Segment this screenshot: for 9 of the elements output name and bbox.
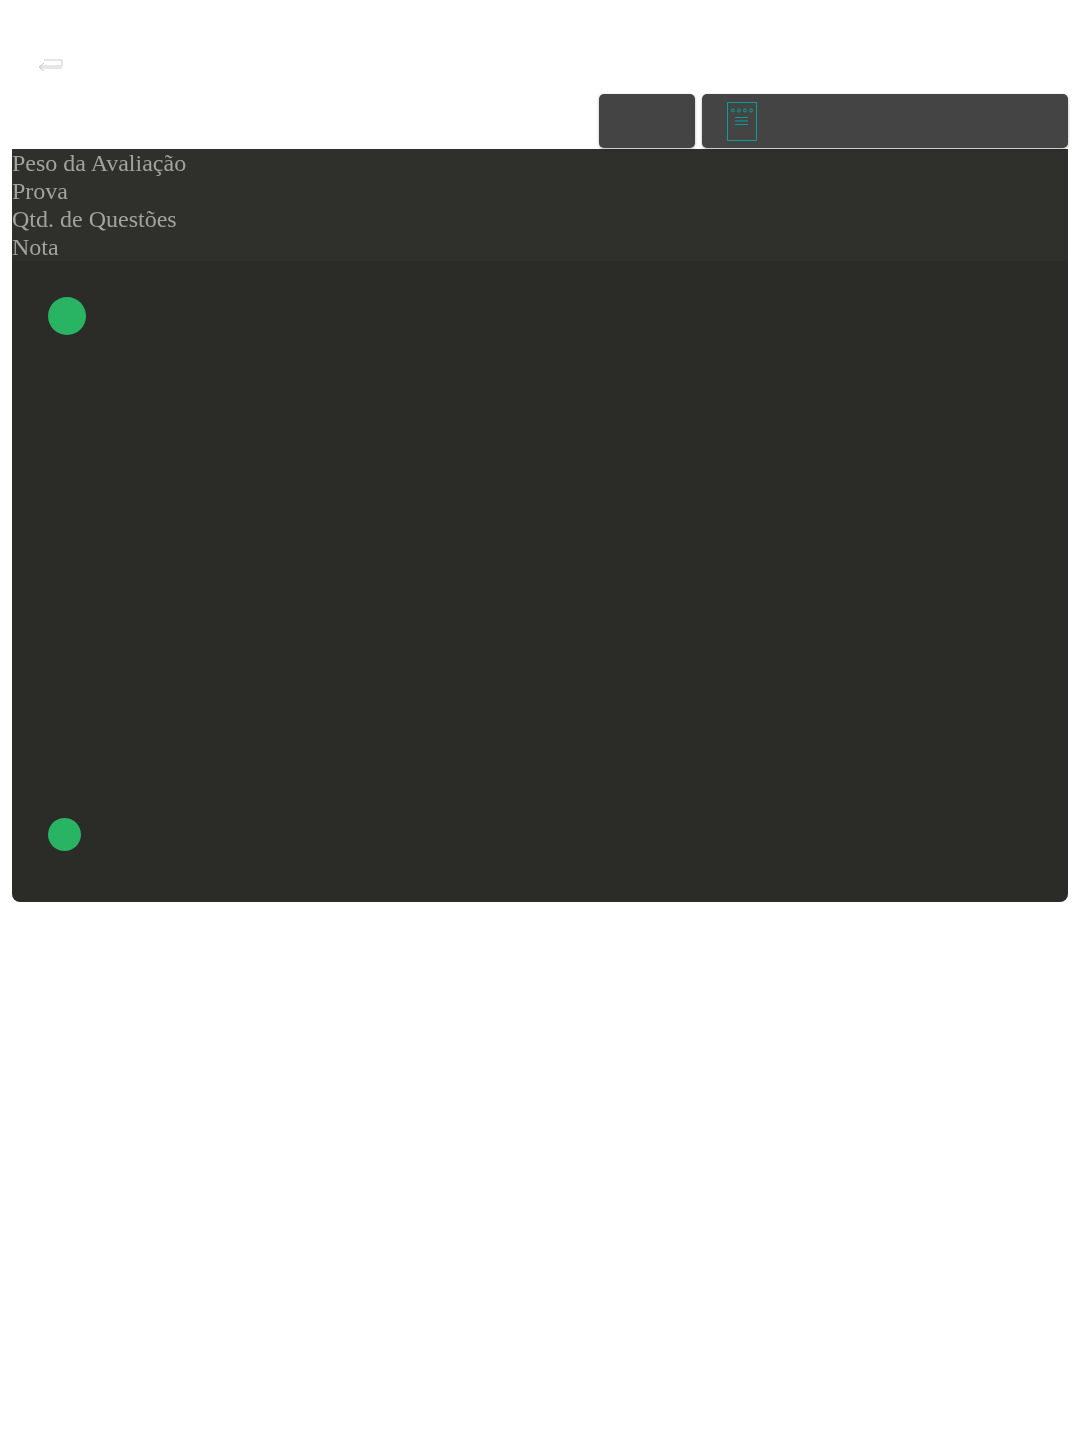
- document-icon: [727, 101, 757, 141]
- column-label: Prova: [12, 177, 69, 205]
- column-label: Nota: [12, 233, 60, 261]
- toolbar-button[interactable]: [599, 94, 695, 148]
- column-label: Qtd. de Questões: [12, 205, 178, 233]
- status-dot-icon: [48, 818, 81, 851]
- document-button[interactable]: [702, 94, 1068, 148]
- status-dot-icon: [48, 297, 86, 335]
- column-label: Peso da Avaliação: [12, 149, 188, 177]
